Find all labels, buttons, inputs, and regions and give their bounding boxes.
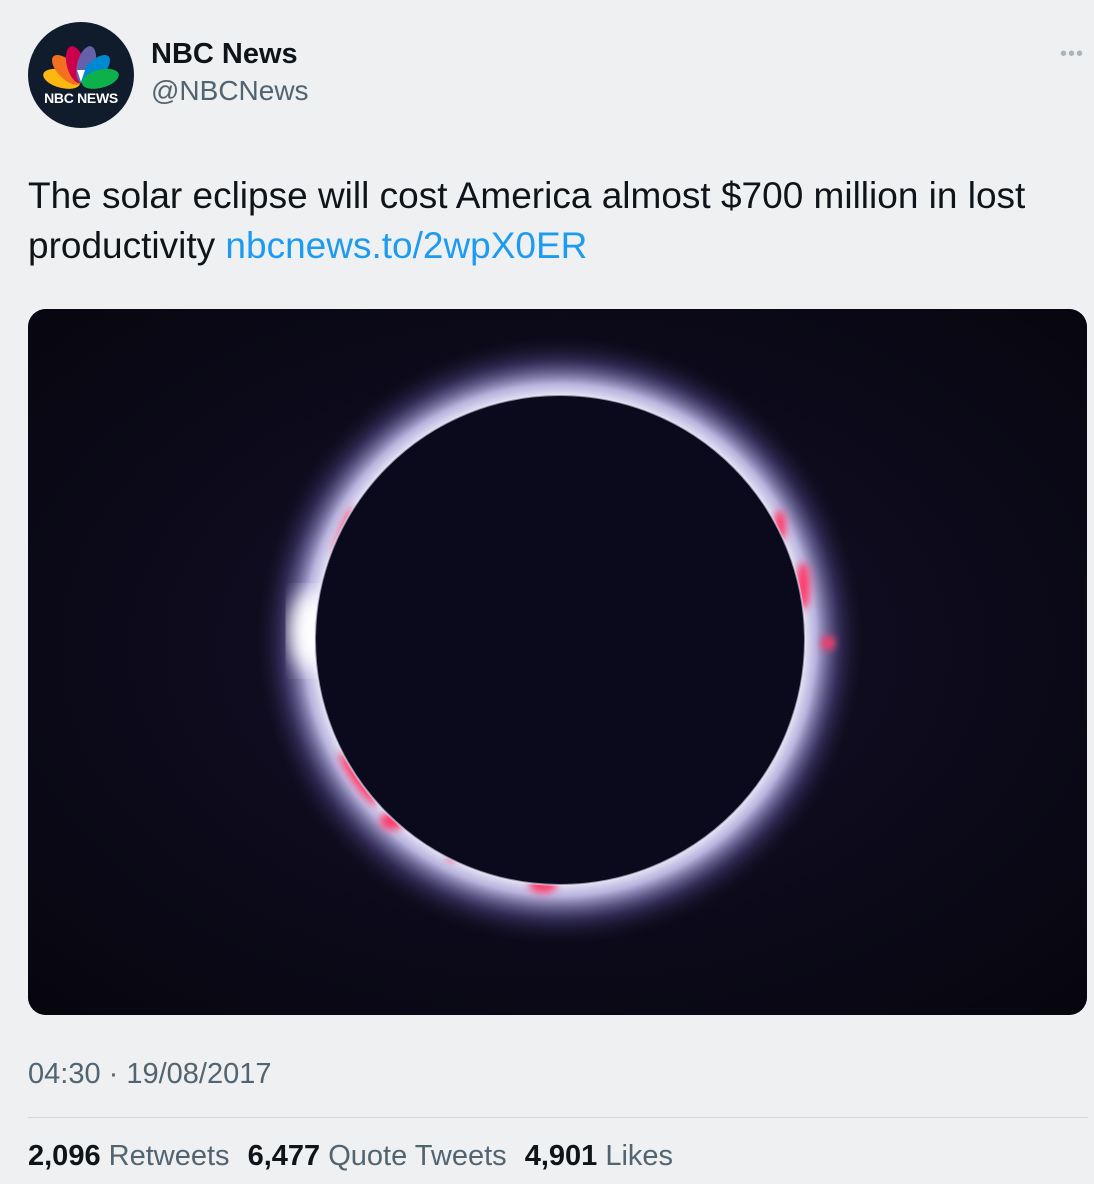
- likes-stat[interactable]: 4,901 Likes: [525, 1140, 673, 1173]
- divider: [28, 1117, 1088, 1118]
- more-horizontal-icon[interactable]: •••: [1060, 43, 1084, 66]
- eclipse-photo: [28, 309, 1087, 1015]
- retweets-label: Retweets: [108, 1140, 230, 1172]
- nbc-peacock-logo: [43, 46, 119, 89]
- tweet-stats: 2,096 Retweets 6,477 Quote Tweets 4,901 …: [28, 1140, 683, 1173]
- avatar-wordmark: NBC NEWS: [44, 90, 118, 106]
- display-name[interactable]: NBC News: [151, 38, 298, 71]
- quote-tweets-count: 6,477: [247, 1140, 321, 1172]
- likes-count: 4,901: [524, 1140, 598, 1172]
- likes-label: Likes: [605, 1140, 674, 1172]
- tweet-timestamp[interactable]: 04:30 · 19/08/2017: [28, 1058, 271, 1091]
- tweet-text: The solar eclipse will cost America almo…: [28, 171, 1088, 271]
- retweets-count: 2,096: [28, 1140, 101, 1172]
- retweets-stat[interactable]: 2,096 Retweets: [28, 1140, 230, 1173]
- tweet-image[interactable]: [28, 309, 1087, 1015]
- user-handle[interactable]: @NBCNews: [151, 75, 309, 107]
- quote-tweets-stat[interactable]: 6,477 Quote Tweets: [248, 1140, 507, 1173]
- tweet-link[interactable]: nbcnews.to/2wpX0ER: [225, 225, 587, 266]
- quote-tweets-label: Quote Tweets: [328, 1140, 507, 1172]
- avatar[interactable]: NBC NEWS: [28, 22, 134, 128]
